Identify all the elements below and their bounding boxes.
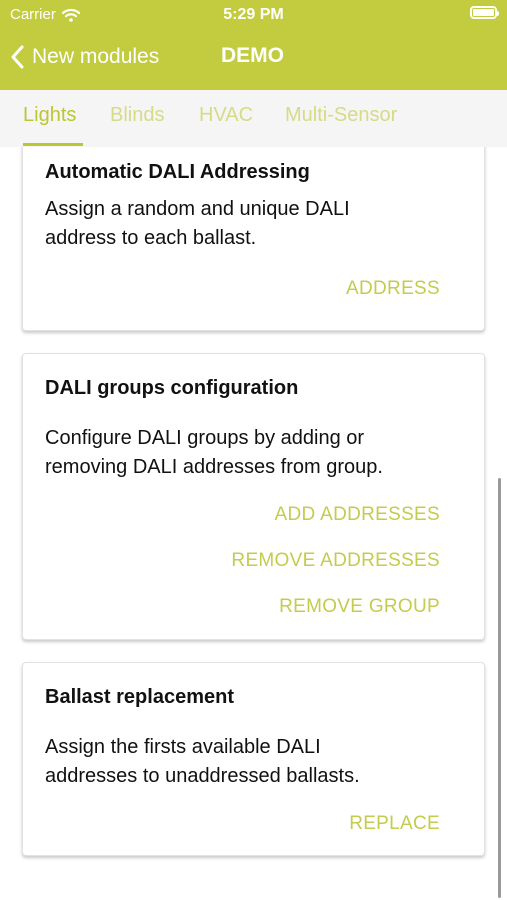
remove-group-button[interactable]: REMOVE GROUP (279, 596, 440, 618)
app-header: Carrier 5:29 PM New modules DEMO (0, 0, 507, 90)
tab-hvac[interactable]: HVAC (199, 104, 253, 127)
description-line: Assign a random and unique DALI (45, 198, 350, 220)
vertical-scrollbar[interactable] (498, 478, 501, 898)
battery-icon (470, 6, 499, 19)
status-time: 5:29 PM (223, 6, 284, 23)
card-description: Assign a random and unique DALI address … (45, 195, 465, 253)
description-line: address to each ballast. (45, 227, 257, 249)
active-tab-indicator (23, 143, 83, 146)
card-groups-configuration: DALI groups configuration Configure DALI… (22, 353, 485, 640)
add-addresses-button[interactable]: ADD ADDRESSES (275, 504, 440, 526)
description-line: Configure DALI groups by adding or (45, 427, 365, 449)
card-automatic-addressing: Automatic DALI Addressing Assign a rando… (22, 147, 485, 331)
card-title: DALI groups configuration (45, 377, 299, 399)
address-button[interactable]: ADDRESS (346, 278, 440, 300)
remove-addresses-button[interactable]: REMOVE ADDRESSES (231, 550, 440, 572)
chevron-left-icon (11, 45, 24, 69)
card-title: Automatic DALI Addressing (45, 161, 310, 183)
description-line: addresses to unaddressed ballasts. (45, 765, 360, 787)
description-line: removing DALI addresses from group. (45, 456, 383, 478)
status-bar: Carrier 5:29 PM (0, 0, 507, 30)
back-label: New modules (32, 45, 160, 68)
replace-button[interactable]: REPLACE (349, 813, 440, 835)
card-description: Assign the firsts available DALI address… (45, 733, 465, 791)
content-scroll-area[interactable]: Automatic DALI Addressing Assign a rando… (0, 147, 507, 900)
description-line: Assign the firsts available DALI (45, 736, 321, 758)
back-button[interactable]: New modules (10, 40, 159, 74)
tab-multi-sensor[interactable]: Multi-Sensor (285, 104, 397, 127)
page-title: DEMO (221, 44, 284, 67)
card-title: Ballast replacement (45, 686, 234, 708)
tab-lights[interactable]: Lights (23, 104, 76, 127)
card-description: Configure DALI groups by adding or remov… (45, 424, 465, 482)
card-ballast-replacement: Ballast replacement Assign the firsts av… (22, 662, 485, 856)
tab-bar: Lights Blinds HVAC Multi-Sensor (0, 90, 507, 147)
tab-blinds[interactable]: Blinds (110, 104, 164, 127)
